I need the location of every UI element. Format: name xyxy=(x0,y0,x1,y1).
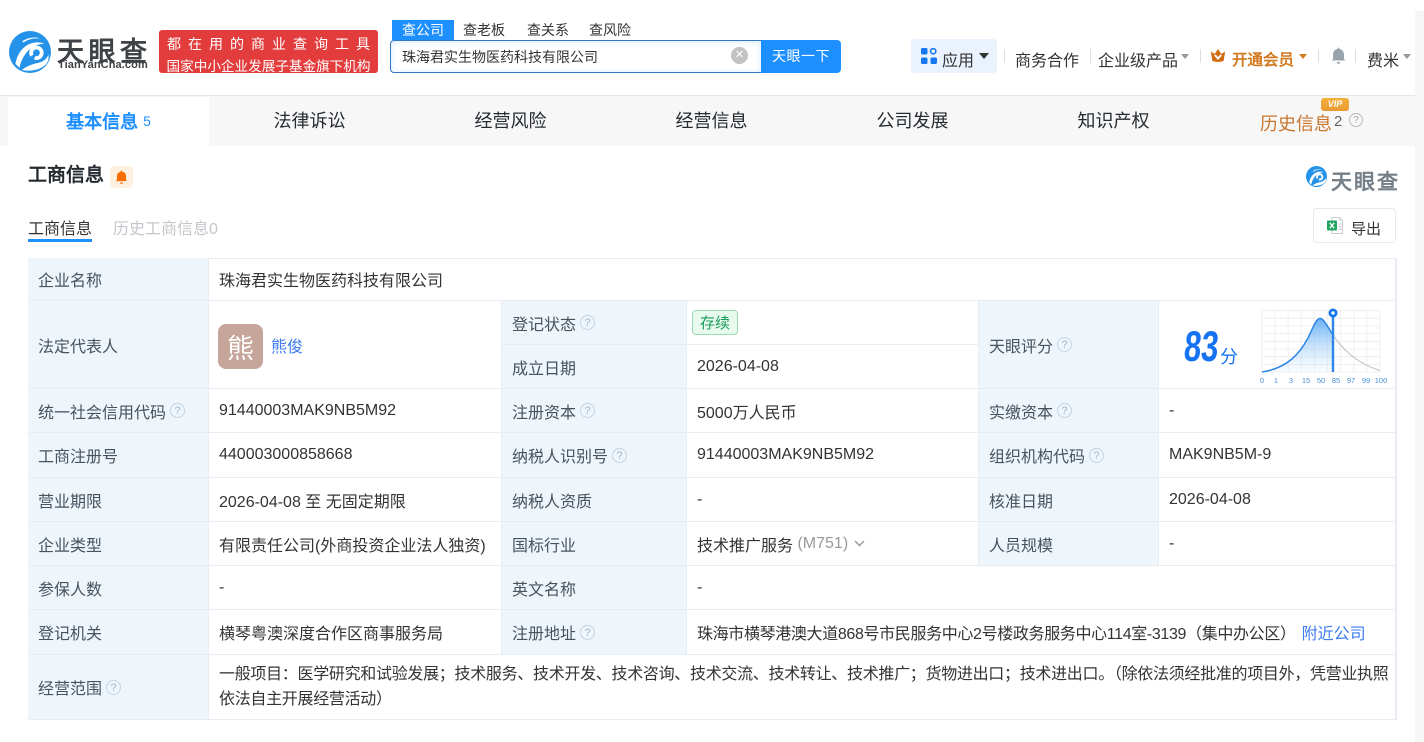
svg-text:97: 97 xyxy=(1347,376,1355,385)
svg-text:85: 85 xyxy=(1332,376,1340,385)
svg-text:50: 50 xyxy=(1317,376,1325,385)
svg-text:99: 99 xyxy=(1362,376,1370,385)
svg-text:1: 1 xyxy=(1274,376,1278,385)
svg-text:3: 3 xyxy=(1289,376,1293,385)
svg-text:15: 15 xyxy=(1302,376,1310,385)
svg-text:0: 0 xyxy=(1260,376,1264,385)
svg-text:100: 100 xyxy=(1375,376,1388,385)
